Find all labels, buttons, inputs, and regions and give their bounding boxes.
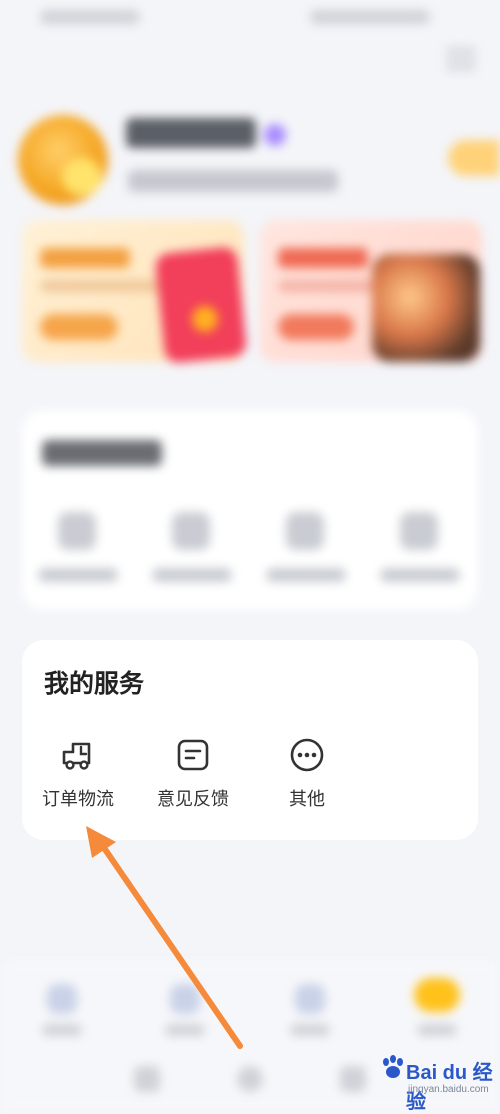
paw-icon (383, 1055, 403, 1078)
annotation-arrow (86, 826, 243, 1049)
baidu-watermark: Bai du 经验 jingyan.baidu.com (380, 1052, 498, 1113)
watermark-url: jingyan.baidu.com (408, 1084, 489, 1095)
